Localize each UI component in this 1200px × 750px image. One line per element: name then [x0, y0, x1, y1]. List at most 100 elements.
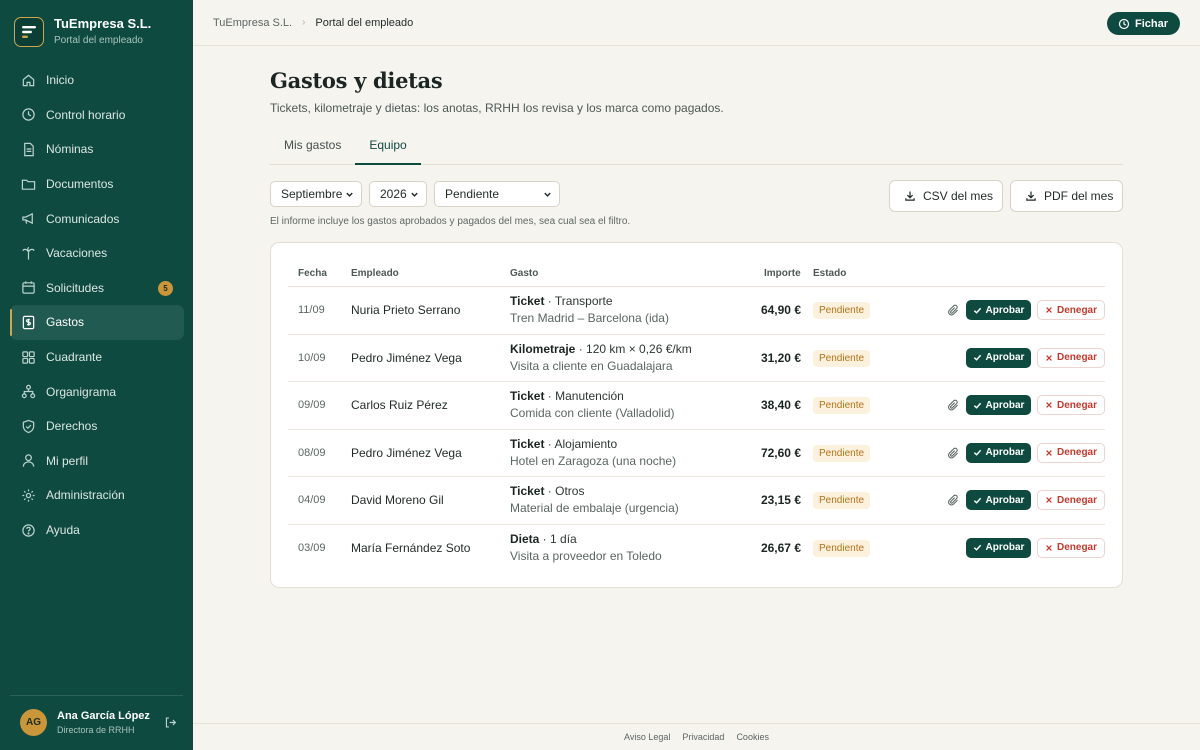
sidebar-item-label: Inicio [46, 73, 75, 88]
expense-detail: · 1 día [539, 531, 577, 546]
sidebar-item-gastos[interactable]: Gastos [10, 305, 184, 340]
deny-button[interactable]: Denegar [1037, 300, 1105, 320]
approve-button[interactable]: Aprobar [966, 442, 1031, 463]
attachment-icon[interactable] [947, 304, 960, 317]
expense-description: Visita a proveedor en Toledo [510, 548, 662, 563]
user-card: AG Ana García López Directora de RRHH [20, 709, 178, 736]
export-csv-button[interactable]: CSV del mes [889, 180, 1003, 212]
cell-empleado: Pedro Jiménez Vega [351, 350, 462, 365]
sidebar-item-mi-perfil[interactable]: Mi perfil [10, 444, 184, 479]
main-content: Gastos y dietas Tickets, kilometraje y d… [270, 46, 1123, 588]
tab-mis-gastos[interactable]: Mis gastos [270, 135, 355, 165]
attachment-icon[interactable] [947, 399, 960, 412]
deny-button[interactable]: Denegar [1037, 347, 1105, 368]
tabs: Mis gastos Equipo [270, 135, 1123, 165]
page-subtitle: Tickets, kilometraje y dietas: los anota… [270, 101, 724, 115]
fichar-button[interactable]: Fichar [1106, 12, 1180, 35]
status-select[interactable]: Pendiente [434, 181, 560, 207]
cell-gasto: Ticket · Transporte Tren Madrid – Barcel… [510, 294, 669, 325]
palm-tree-icon [21, 246, 36, 261]
grid-icon [21, 350, 36, 365]
approve-label: Aprobar [985, 494, 1025, 506]
sidebar-item-derechos[interactable]: Derechos [10, 409, 184, 444]
cell-fecha: 10/09 [298, 351, 326, 364]
cell-importe: 38,40 € [760, 398, 801, 412]
org-chart-icon [21, 384, 36, 399]
sidebar-item-comunicados[interactable]: Comunicados [10, 201, 184, 236]
filters: Septiembre 2026 Pendiente [270, 181, 567, 207]
avatar[interactable]: AG [20, 709, 47, 736]
month-select[interactable]: Septiembre [270, 181, 362, 207]
cell-gasto: Ticket · Alojamiento Hotel en Zaragoza (… [510, 437, 676, 468]
chevron-down-icon [410, 190, 419, 199]
sidebar-item-administracion[interactable]: Administración [10, 478, 184, 513]
sidebar-item-solicitudes[interactable]: Solicitudes 5 [10, 271, 184, 306]
cell-importe: 23,15 € [760, 493, 801, 507]
clock-icon [21, 107, 36, 122]
cell-empleado: Carlos Ruiz Pérez [351, 398, 448, 412]
attachment-icon[interactable] [947, 447, 960, 460]
expense-description: Hotel en Zaragoza (una noche) [510, 453, 677, 468]
deny-label: Denegar [1056, 352, 1097, 363]
export-pdf-button[interactable]: PDF del mes [1010, 180, 1123, 212]
deny-button[interactable]: Denegar [1037, 490, 1105, 510]
column-header-fecha: Fecha [298, 268, 327, 279]
sidebar-item-organigrama[interactable]: Organigrama [10, 374, 184, 409]
logout-icon[interactable] [162, 715, 178, 731]
approve-button[interactable]: Aprobar [966, 490, 1031, 510]
approve-button[interactable]: Aprobar [966, 300, 1031, 320]
deny-button[interactable]: Denegar [1037, 537, 1105, 558]
year-select[interactable]: 2026 [369, 181, 427, 207]
footer-link-aviso-legal[interactable]: Aviso Legal [624, 732, 670, 742]
expense-type: Dieta [510, 531, 540, 546]
footer-link-cookies[interactable]: Cookies [736, 732, 769, 742]
cell-gasto: Ticket · Manutención Comida con cliente … [510, 389, 675, 420]
sidebar-item-label: Administración [46, 488, 125, 503]
expense-detail: · Alojamiento [544, 436, 618, 451]
cell-importe: 26,67 € [760, 540, 801, 555]
approve-button[interactable]: Aprobar [966, 395, 1031, 415]
check-icon [973, 353, 982, 362]
deny-button[interactable]: Denegar [1037, 395, 1105, 415]
expense-type: Kilometraje [510, 341, 576, 356]
help-icon [21, 523, 36, 538]
sidebar-item-inicio[interactable]: Inicio [10, 63, 184, 98]
sidebar: TuEmpresa S.L. Portal del empleado Inici… [0, 0, 193, 750]
approve-button[interactable]: Aprobar [966, 347, 1031, 368]
download-icon [904, 190, 916, 202]
sidebar-item-nominas[interactable]: Nóminas [10, 132, 184, 167]
sidebar-nav: Inicio Control horario Nóminas Documento… [10, 63, 184, 547]
sidebar-item-label: Organigrama [46, 384, 117, 399]
deny-button[interactable]: Denegar [1037, 442, 1105, 463]
calendar-icon [21, 280, 36, 295]
cell-gasto: Dieta · 1 día Visita a proveedor en Tole… [510, 532, 662, 563]
close-icon [1045, 544, 1053, 552]
sidebar-item-vacaciones[interactable]: Vacaciones [10, 236, 184, 271]
brand-logo-icon [14, 17, 44, 47]
brand[interactable]: TuEmpresa S.L. Portal del empleado [14, 16, 151, 48]
sidebar-item-label: Documentos [46, 177, 114, 192]
export-pdf-label: PDF del mes [1044, 189, 1114, 203]
cell-fecha: 09/09 [298, 399, 326, 411]
approve-button[interactable]: Aprobar [966, 537, 1031, 558]
sidebar-item-ayuda[interactable]: Ayuda [10, 513, 184, 548]
table-row: 08/09 Pedro Jiménez Vega Ticket · Alojam… [288, 430, 1105, 477]
sidebar-item-label: Control horario [46, 107, 126, 122]
check-icon [973, 306, 982, 315]
brand-name: TuEmpresa S.L. [54, 16, 152, 31]
breadcrumb-company[interactable]: TuEmpresa S.L. [213, 17, 292, 29]
sidebar-item-documentos[interactable]: Documentos [10, 167, 184, 202]
column-header-empleado: Empleado [351, 268, 399, 279]
footer-link-privacidad[interactable]: Privacidad [682, 732, 724, 742]
sidebar-item-control-horario[interactable]: Control horario [10, 98, 184, 133]
shield-icon [21, 419, 36, 434]
check-icon [973, 543, 982, 552]
tab-equipo[interactable]: Equipo [355, 135, 421, 165]
attachment-icon[interactable] [947, 494, 960, 507]
fichar-label: Fichar [1134, 17, 1168, 30]
close-icon [1045, 306, 1053, 314]
sidebar-item-cuadrante[interactable]: Cuadrante [10, 340, 184, 375]
close-icon [1045, 449, 1053, 457]
close-icon [1045, 496, 1053, 504]
footer: Aviso Legal Privacidad Cookies [193, 723, 1200, 750]
